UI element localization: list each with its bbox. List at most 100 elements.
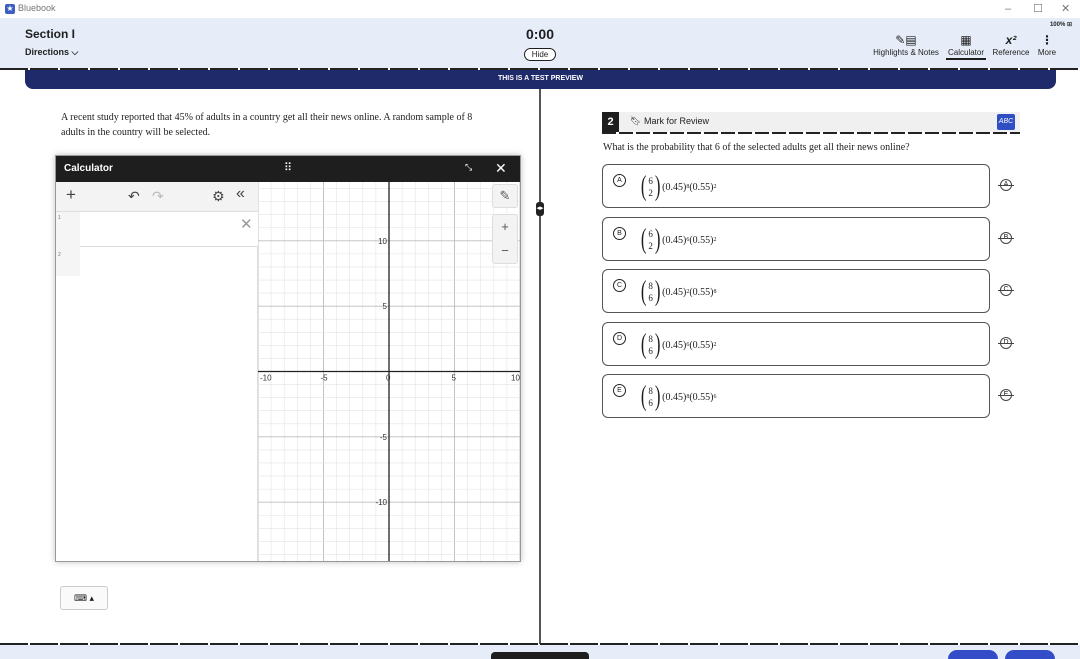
base-b: (0.55) bbox=[689, 234, 714, 246]
graph-canvas[interactable]: -10 -5 0 5 10 10 5 -5 -10 bbox=[258, 182, 520, 561]
choice-letter: C bbox=[613, 279, 626, 292]
binomial-coefficient: (6 2) bbox=[640, 171, 661, 202]
eliminate-choice-e-icon[interactable]: E bbox=[998, 389, 1014, 401]
answer-choice-b[interactable]: B (6 2) (0.45) 6 (0.55) 2 bbox=[602, 217, 990, 261]
base-b: (0.55) bbox=[689, 181, 714, 193]
base-a: (0.45) bbox=[662, 286, 687, 298]
pane-divider[interactable] bbox=[539, 89, 541, 644]
answer-choice-e[interactable]: E(8 6) (0.45) 8 (0.55) 6 bbox=[602, 374, 990, 418]
mark-for-review-label: Mark for Review bbox=[643, 116, 709, 126]
zoom-controls: + − bbox=[492, 214, 518, 264]
x-tick-label: 0 bbox=[386, 374, 391, 383]
base-a: (0.45) bbox=[662, 234, 687, 246]
settings-gear-icon[interactable]: ⚙ bbox=[212, 188, 225, 205]
binom-bottom: 6 bbox=[648, 293, 653, 303]
delete-expression-icon[interactable]: ✕ bbox=[240, 215, 253, 233]
choice-letter: D bbox=[613, 332, 626, 345]
hide-timer-button[interactable]: Hide bbox=[524, 48, 556, 61]
zoom-out-button[interactable]: − bbox=[493, 239, 517, 263]
y-tick-label: -5 bbox=[380, 433, 388, 442]
calculator-panel: Calculator ⠿ ⤡ ✕ + ↶ ↷ ⚙ « 1 ✕ 2 ⌨ ▴ -10… bbox=[55, 155, 521, 610]
eliminate-choice-d-icon[interactable]: D bbox=[998, 337, 1014, 349]
choice-expression: (6 2) (0.45) 8 (0.55) 2 bbox=[639, 172, 717, 202]
expression-number: 1 bbox=[58, 215, 61, 221]
question-navigator-button[interactable] bbox=[491, 652, 589, 659]
exponent-b: 2 bbox=[713, 342, 717, 348]
calculator-label: Calculator bbox=[947, 48, 984, 57]
base-b: (0.55) bbox=[689, 391, 714, 403]
collapse-list-icon[interactable]: « bbox=[236, 185, 245, 203]
next-button[interactable] bbox=[1005, 650, 1055, 659]
expression-list: 1 ✕ 2 ⌨ ▴ bbox=[56, 212, 258, 610]
binom-top: 8 bbox=[648, 386, 653, 396]
binom-top: 8 bbox=[648, 334, 653, 344]
exponent-b: 8 bbox=[713, 289, 717, 295]
passage-text: A recent study reported that 45% of adul… bbox=[61, 112, 473, 138]
answer-choice-a[interactable]: A(6 2) (0.45) 8 (0.55) 2 bbox=[602, 164, 990, 208]
add-expression-icon[interactable]: + bbox=[66, 185, 76, 205]
resize-handle-icon[interactable]: ◂▸ bbox=[536, 202, 544, 216]
zoom-level: 100% ⊞ bbox=[1049, 22, 1072, 28]
x-tick-label: -5 bbox=[321, 374, 329, 383]
question-number: 2 bbox=[602, 112, 619, 132]
maximize-window-button[interactable]: ☐ bbox=[1033, 2, 1043, 16]
directions-toggle[interactable]: Directions ⌵ bbox=[25, 47, 78, 58]
more-label: More bbox=[1037, 48, 1057, 57]
expression-number: 2 bbox=[58, 252, 61, 258]
choice-expression: (8 6) (0.45) 8 (0.55) 6 bbox=[639, 382, 717, 412]
choice-letter: B bbox=[613, 227, 626, 240]
exponent-b: 2 bbox=[713, 184, 717, 190]
answer-choice-d[interactable]: D (8 6) (0.45) 6 (0.55) 2 bbox=[602, 322, 990, 366]
binom-bottom: 6 bbox=[648, 398, 653, 408]
x-tick-label: 10 bbox=[511, 374, 520, 383]
binom-top: 6 bbox=[648, 176, 653, 186]
calculator-header[interactable]: Calculator ⠿ ⤡ ✕ bbox=[56, 156, 520, 182]
window-titlebar: ★ Bluebook – ☐ ✕ bbox=[0, 0, 1080, 18]
mark-for-review-toggle[interactable]: 🔖︎ Mark for Review bbox=[630, 116, 709, 127]
bluebook-logo-icon: ★ bbox=[5, 4, 15, 14]
choice-expression: (8 6) (0.45) 6 (0.55) 2 bbox=[639, 330, 717, 360]
collapse-calculator-icon[interactable]: ⤡ bbox=[465, 162, 472, 173]
highlights-notes-button[interactable]: ✎▤ Highlights & Notes bbox=[872, 32, 940, 57]
directions-label: Directions bbox=[25, 47, 70, 57]
base-b: (0.55) bbox=[689, 339, 714, 351]
keyboard-toggle-button[interactable]: ⌨ ▴ bbox=[60, 586, 108, 610]
calculator-button[interactable]: ▦ Calculator bbox=[946, 32, 986, 60]
minimize-window-button[interactable]: – bbox=[1005, 2, 1011, 16]
binom-top: 8 bbox=[648, 281, 653, 291]
drag-handle-icon[interactable]: ⠿ bbox=[284, 161, 292, 174]
highlight-notes-icon: ✎▤ bbox=[895, 33, 917, 47]
reference-icon: x² bbox=[1005, 33, 1017, 47]
undo-icon[interactable]: ↶ bbox=[128, 188, 140, 205]
more-vertical-icon: ⋮ bbox=[1041, 33, 1053, 47]
chevron-down-icon: ⌵ bbox=[71, 47, 79, 57]
graph-settings-wrench-icon[interactable]: ✎ bbox=[492, 184, 518, 208]
choice-expression: (6 2) (0.45) 6 (0.55) 2 bbox=[639, 225, 717, 255]
zoom-in-button[interactable]: + bbox=[493, 215, 517, 239]
eliminate-choice-a-icon[interactable]: A bbox=[998, 179, 1014, 191]
y-tick-label: 5 bbox=[383, 302, 388, 311]
more-button[interactable]: ⋮ More bbox=[1035, 32, 1059, 57]
question-header: 2 🔖︎ Mark for Review ABC bbox=[602, 112, 1020, 132]
binomial-coefficient: (6 2) bbox=[640, 224, 661, 255]
expression-input[interactable] bbox=[80, 212, 258, 247]
question-prompt: What is the probability that 6 of the se… bbox=[603, 142, 910, 153]
answer-eliminator-button[interactable]: ABC bbox=[997, 114, 1015, 130]
reference-button[interactable]: x² Reference bbox=[991, 32, 1031, 57]
section-title: Section I bbox=[25, 27, 76, 41]
binomial-coefficient: (8 6) bbox=[640, 329, 661, 360]
base-a: (0.45) bbox=[662, 391, 687, 403]
redo-icon[interactable]: ↷ bbox=[152, 188, 164, 205]
exponent-b: 6 bbox=[713, 394, 717, 400]
eliminate-choice-c-icon[interactable]: C bbox=[998, 284, 1014, 296]
close-calculator-button[interactable]: ✕ bbox=[495, 160, 507, 177]
exponent-b: 2 bbox=[713, 237, 717, 243]
x-tick-label: 5 bbox=[452, 374, 457, 383]
binom-top: 6 bbox=[648, 229, 653, 239]
choice-letter: A bbox=[613, 174, 626, 187]
back-button[interactable] bbox=[948, 650, 998, 659]
close-window-button[interactable]: ✕ bbox=[1061, 2, 1070, 16]
base-a: (0.45) bbox=[662, 181, 687, 193]
answer-choice-c[interactable]: C(8 6) (0.45) 2 (0.55) 8 bbox=[602, 269, 990, 313]
eliminate-choice-b-icon[interactable]: B bbox=[998, 232, 1014, 244]
